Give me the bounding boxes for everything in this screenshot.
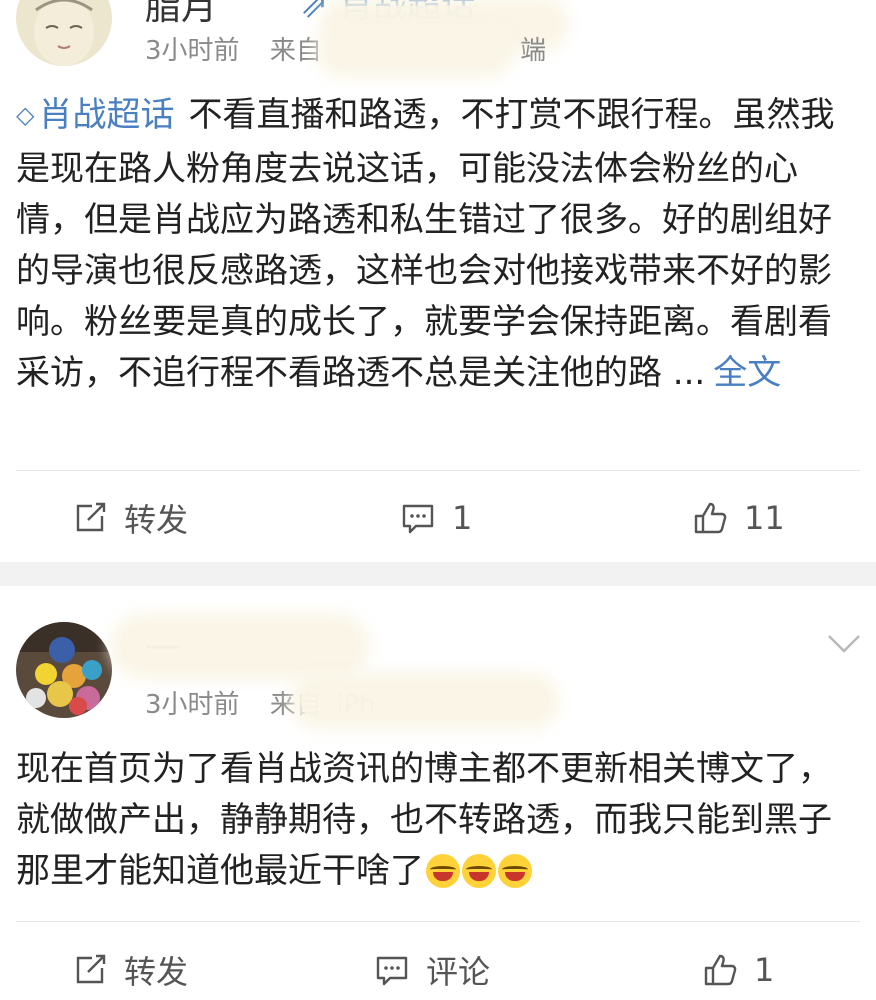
post-text: 现在首页为了看肖战资讯的博主都不更新相关博文了，就做做产出，静静期待，也不转路透… — [16, 749, 832, 891]
full-text-link[interactable]: 全文 — [713, 353, 781, 393]
chevron-down-icon[interactable] — [826, 632, 862, 656]
comment-button[interactable]: 1 — [400, 478, 472, 558]
laugh-cry-emoji — [498, 854, 532, 888]
redaction-blur — [300, 682, 550, 720]
post-content: ◇ 肖战超话 不看直播和路透，不打赏不跟行程。虽然我是现在路人粉角度去说这话，可能没… — [16, 90, 848, 399]
post-content: 现在首页为了看肖战资讯的博主都不更新相关博文了，就做做产出，静静期待，也不转路透… — [16, 744, 848, 897]
post-text: 不看直播和路透，不打赏不跟行程。虽然我是现在路人粉角度去说这话，可能没法体会粉丝… — [16, 95, 835, 393]
avatar[interactable] — [16, 0, 112, 66]
weibo-post: 一 3小时前 来自 iPh 现在首页为了看肖战资讯的博主都不更新相关博文了，就做… — [0, 586, 876, 1000]
thumbs-up-icon — [704, 954, 737, 986]
laugh-cry-emoji — [426, 854, 460, 888]
repost-button[interactable]: 转发 — [72, 930, 188, 1000]
weibo-post: 脂月 ⇗ 肖战超话 3小时前 来自 端 ◇肖战超话不看直播和路透，不打赏不跟行程… — [0, 0, 876, 562]
comment-icon — [402, 504, 434, 534]
action-bar: 转发 1 11 — [0, 478, 876, 558]
action-bar: 转发 评论 1 — [0, 930, 876, 1000]
source-tail: 端 — [520, 36, 547, 66]
post-separator — [0, 562, 876, 586]
thumbs-up-icon — [694, 502, 727, 534]
source-prefix: 来自 — [269, 36, 322, 66]
divider — [16, 470, 860, 471]
redaction-blur — [120, 622, 360, 670]
laugh-cry-emoji — [462, 854, 496, 888]
timestamp: 3小时前 — [145, 36, 240, 66]
avatar[interactable] — [16, 622, 112, 718]
repost-icon — [76, 954, 106, 984]
author-name[interactable]: 脂月 — [145, 0, 217, 30]
comment-icon — [376, 956, 408, 986]
repost-icon — [76, 502, 106, 532]
timestamp: 3小时前 — [145, 690, 240, 720]
diamond-icon: ◇ — [16, 101, 35, 129]
like-button[interactable]: 11 — [692, 478, 785, 558]
divider — [16, 921, 860, 922]
redaction-blur — [325, 34, 505, 68]
supertopic-tag[interactable]: ◇ 肖战超话 — [16, 95, 174, 135]
like-button[interactable]: 1 — [702, 930, 774, 1000]
repost-button[interactable]: 转发 — [72, 478, 188, 558]
comment-button[interactable]: 评论 — [374, 930, 490, 1000]
